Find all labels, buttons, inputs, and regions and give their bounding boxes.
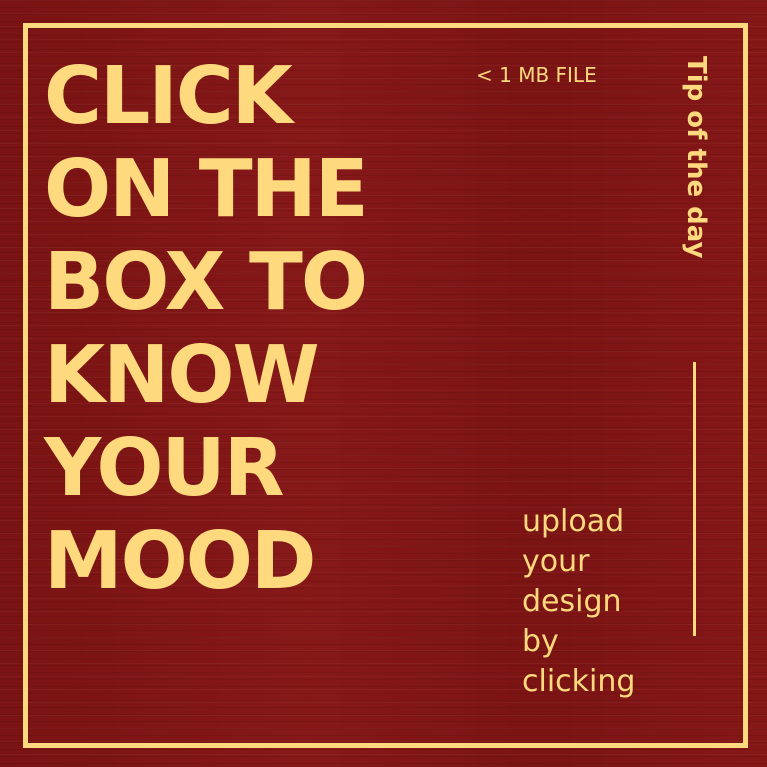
headline-line: BOX TO (44, 236, 368, 328)
upload-instructions[interactable]: upload your design by clicking (522, 502, 635, 702)
tip-of-the-day-label: Tip of the day (681, 56, 711, 259)
headline-line: MOOD (44, 515, 317, 607)
vertical-divider (693, 362, 696, 636)
headline-line: CLICK (44, 50, 293, 142)
file-size-note: < 1 MB FILE (476, 63, 597, 87)
upload-line: upload (522, 504, 625, 539)
upload-line: your (522, 544, 590, 579)
headline: CLICK ON THE BOX TO KNOW YOUR MOOD (44, 50, 514, 608)
upload-line: design (522, 584, 622, 619)
tip-of-the-day-container: Tip of the day (676, 56, 716, 316)
upload-line: clicking (522, 664, 636, 699)
headline-line: ON THE (44, 143, 369, 235)
headline-line: KNOW (44, 329, 320, 421)
headline-line: YOUR (44, 422, 285, 514)
upload-line: by (522, 624, 559, 659)
